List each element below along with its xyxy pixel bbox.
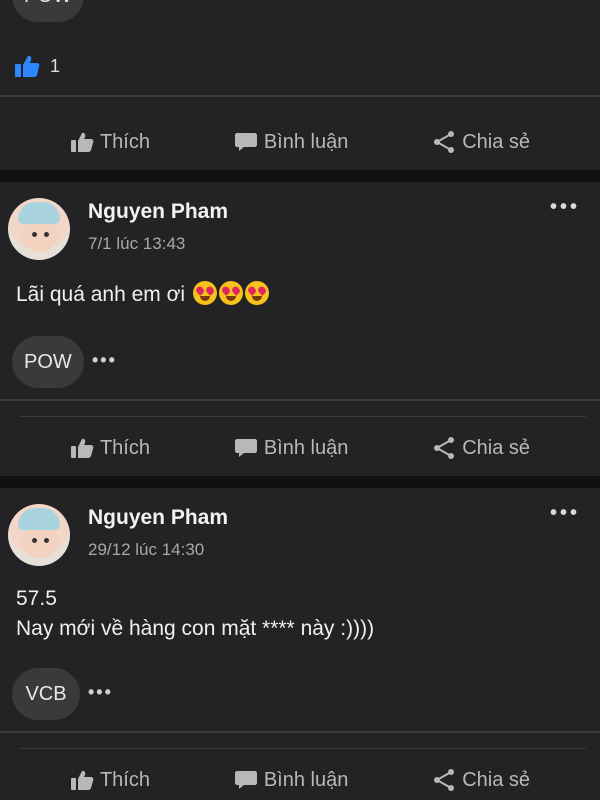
more-options-icon[interactable]: •••	[550, 196, 580, 219]
avatar-eye	[32, 232, 37, 237]
heart-eyes-emoji-icon	[192, 281, 217, 305]
more-options-icon[interactable]: •••	[550, 502, 580, 525]
heart-eyes-emoji-icon	[244, 281, 269, 305]
post-actions: Thích Bình luận Chia sẻ	[0, 750, 600, 800]
avatar-hat	[18, 202, 60, 224]
comment-icon	[234, 439, 257, 457]
comment-button[interactable]: Bình luận	[234, 768, 349, 792]
share-button[interactable]: Chia sẻ	[432, 130, 530, 154]
share-label: Chia sẻ	[462, 768, 531, 791]
avatar[interactable]	[8, 198, 70, 260]
like-button[interactable]: Thích	[70, 131, 150, 154]
avatar-eye	[32, 538, 37, 543]
tag-more-icon[interactable]: •••	[92, 0, 117, 7]
comment-button[interactable]: Bình luận	[234, 436, 349, 460]
divider	[0, 399, 600, 401]
share-icon	[434, 769, 455, 791]
comment-icon	[234, 133, 257, 151]
divider	[20, 748, 586, 749]
avatar-hat	[18, 508, 60, 530]
tag-more-icon[interactable]: •••	[88, 682, 113, 703]
news-feed: POW ••• 1 Thích Bình luận	[0, 0, 600, 800]
like-label: Thích	[99, 130, 150, 153]
comment-label: Bình luận	[263, 436, 349, 459]
avatar-eye	[44, 232, 49, 237]
post-body: Lãi quá anh em ơi	[16, 280, 269, 310]
like-reaction-icon	[15, 55, 40, 77]
divider	[20, 416, 586, 417]
like-label: Thích	[99, 436, 150, 459]
thumbs-up-icon	[70, 132, 94, 152]
post-header: Nguyen Pham 29/12 lúc 14:30 •••	[0, 488, 600, 568]
post-body: 57.5 Nay mới về hàng con mặt **** này :)…	[16, 584, 374, 644]
post-card: Nguyen Pham 7/1 lúc 13:43 ••• Lãi quá an…	[0, 182, 600, 476]
comment-button[interactable]: Bình luận	[234, 130, 349, 154]
reaction-summary[interactable]: 1	[14, 54, 60, 78]
like-button[interactable]: Thích	[70, 769, 150, 792]
share-icon	[434, 131, 455, 153]
share-button[interactable]: Chia sẻ	[432, 436, 530, 460]
stock-tag-pill[interactable]: POW	[12, 336, 84, 388]
avatar[interactable]	[8, 504, 70, 566]
divider	[0, 95, 600, 97]
divider	[0, 731, 600, 733]
thumbs-up-icon	[70, 438, 94, 458]
stock-tag-pill[interactable]: VCB	[12, 668, 80, 720]
post-header: Nguyen Pham 7/1 lúc 13:43 •••	[0, 182, 600, 262]
post-actions: Thích Bình luận Chia sẻ	[0, 112, 600, 172]
stock-tag-pill[interactable]: POW	[12, 0, 84, 22]
author-name[interactable]: Nguyen Pham	[88, 506, 228, 530]
tag-more-icon[interactable]: •••	[92, 350, 117, 371]
share-button[interactable]: Chia sẻ	[432, 768, 530, 792]
post-timestamp[interactable]: 7/1 lúc 13:43	[88, 234, 185, 254]
share-label: Chia sẻ	[462, 436, 531, 459]
post-card-partial: POW ••• 1 Thích Bình luận	[0, 0, 600, 170]
comment-label: Bình luận	[263, 768, 349, 791]
author-name[interactable]: Nguyen Pham	[88, 200, 228, 224]
thumbs-up-icon	[70, 770, 94, 790]
like-label: Thích	[99, 768, 150, 791]
post-actions: Thích Bình luận Chia sẻ	[0, 418, 600, 478]
post-text-line: Nay mới về hàng con mặt **** này :))))	[16, 617, 375, 640]
share-icon	[434, 437, 455, 459]
comment-icon	[234, 771, 257, 789]
post-text: Lãi quá anh em ơi	[16, 283, 186, 306]
avatar-eye	[44, 538, 49, 543]
post-timestamp[interactable]: 29/12 lúc 14:30	[88, 540, 204, 560]
post-text-line: 57.5	[16, 587, 57, 610]
like-count: 1	[50, 55, 61, 76]
share-label: Chia sẻ	[462, 130, 531, 153]
like-button[interactable]: Thích	[70, 437, 150, 460]
comment-label: Bình luận	[263, 130, 349, 153]
post-card: Nguyen Pham 29/12 lúc 14:30 ••• 57.5 Nay…	[0, 488, 600, 800]
heart-eyes-emoji-icon	[218, 281, 243, 305]
